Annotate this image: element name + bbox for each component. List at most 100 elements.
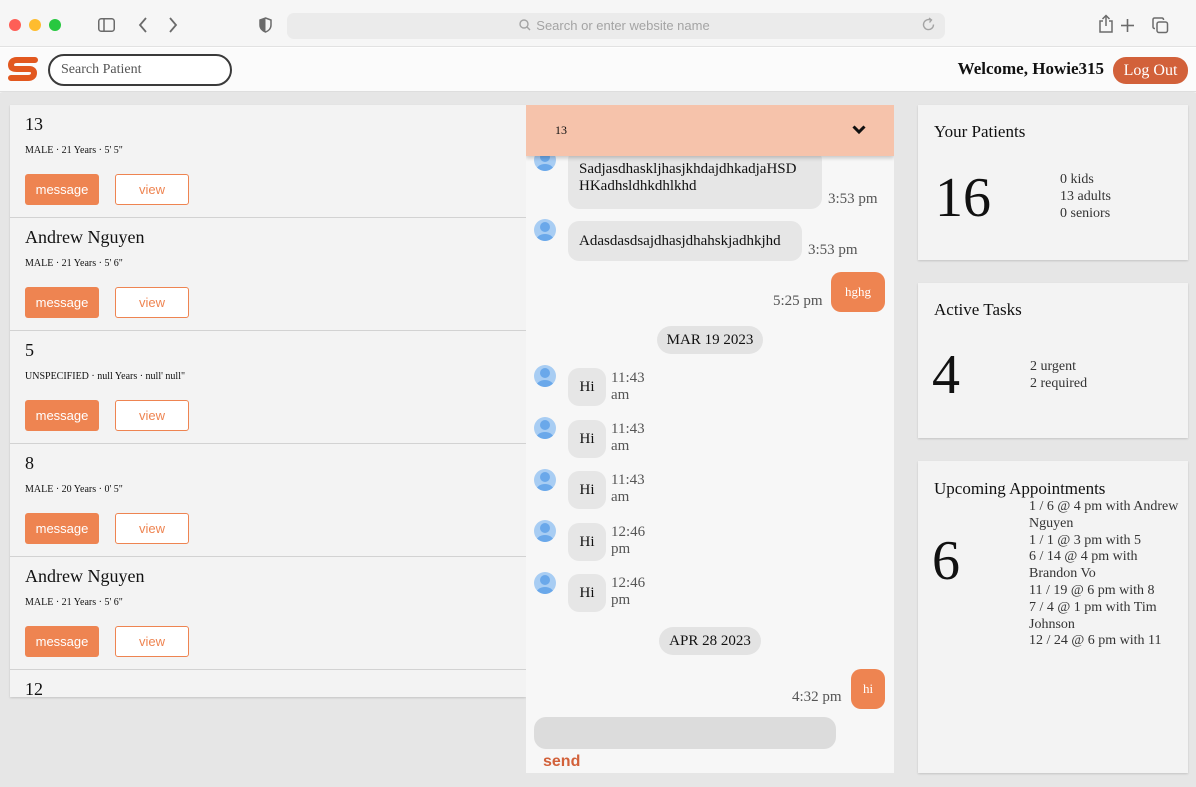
- message-time: 4:32 pm: [792, 689, 842, 705]
- avatar: [534, 219, 556, 241]
- patient-card: 5 UNSPECIFIED · null Years · null' null"…: [10, 331, 526, 444]
- welcome-text: Welcome, Howie315: [957, 59, 1104, 78]
- message-bubble: Hi: [568, 523, 606, 561]
- message-bubble: Hi: [568, 420, 606, 458]
- message-text: Hi: [579, 534, 595, 550]
- avatar: [534, 365, 556, 387]
- message-text: hi: [862, 681, 874, 696]
- patient-card: Andrew Nguyen MALE · 21 Years · 5' 6" me…: [10, 557, 526, 670]
- patient-card: 12: [10, 670, 526, 697]
- message-time: 12:46 pm: [611, 524, 646, 557]
- date-separator: MAR 19 2023: [657, 326, 763, 354]
- message-time: 11:43 am: [611, 370, 645, 403]
- message-text: SadjasdhaskljhasjkhdajdhkadjaHSD: [579, 161, 797, 177]
- patient-breakdown: 0 kids 13 adults 0 seniors: [1060, 172, 1111, 221]
- app-logo[interactable]: [8, 56, 38, 82]
- chat-header: 13: [526, 105, 894, 156]
- message-text: hghg: [845, 284, 871, 299]
- tab-overview-icon[interactable]: [1152, 17, 1169, 34]
- avatar: [534, 417, 556, 439]
- patient-list[interactable]: 13 MALE · 21 Years · 5' 5" message view …: [10, 105, 526, 697]
- date-separator: APR 28 2023: [659, 627, 761, 655]
- message-bubble-sent: hghg: [831, 272, 885, 312]
- appointment-item: 11 / 19 @ 6 pm with 8: [1029, 582, 1155, 598]
- chat-recipient-name: 13: [555, 123, 567, 137]
- chat-panel: 13 SadjasdhaskljhasjkhdajdhkadjaHSD HKad…: [526, 105, 894, 773]
- avatar: [534, 572, 556, 594]
- minimize-window-button[interactable]: [29, 19, 41, 31]
- message-time: 3:53 pm: [828, 191, 878, 207]
- address-bar-placeholder: Search or enter website name: [536, 18, 710, 33]
- message-text: Hi: [579, 482, 595, 498]
- forward-icon[interactable]: [168, 17, 178, 33]
- patient-name: Andrew Nguyen: [25, 227, 145, 247]
- patient-name: 8: [25, 453, 34, 473]
- patient-name: Andrew Nguyen: [25, 566, 145, 586]
- new-tab-icon[interactable]: [1120, 18, 1135, 33]
- message-bubble: Hi: [568, 574, 606, 612]
- address-bar[interactable]: Search or enter website name: [287, 13, 945, 39]
- browser-toolbar: Search or enter website name: [0, 0, 1196, 47]
- active-tasks-card: Active Tasks 4 2 urgent 2 required: [918, 283, 1188, 438]
- message-time: 5:25 pm: [773, 293, 823, 309]
- appointment-count: 6: [932, 530, 960, 592]
- logout-button[interactable]: Log Out: [1113, 57, 1188, 84]
- reload-icon[interactable]: [921, 17, 936, 32]
- view-button[interactable]: view: [115, 400, 189, 431]
- avatar: [534, 469, 556, 491]
- message-bubble: Hi: [568, 368, 606, 406]
- message-button[interactable]: message: [25, 174, 99, 205]
- view-button[interactable]: view: [115, 287, 189, 318]
- card-title: Upcoming Appointments: [934, 479, 1106, 498]
- message-bubble: SadjasdhaskljhasjkhdajdhkadjaHSD HKadhsl…: [568, 149, 822, 209]
- message-button[interactable]: message: [25, 513, 99, 544]
- your-patients-card: Your Patients 16 0 kids 13 adults 0 seni…: [918, 105, 1188, 260]
- view-button[interactable]: view: [115, 174, 189, 205]
- view-button[interactable]: view: [115, 513, 189, 544]
- privacy-shield-icon[interactable]: [259, 17, 272, 33]
- patient-details: MALE · 21 Years · 5' 6": [25, 597, 123, 608]
- card-title: Active Tasks: [934, 300, 1022, 319]
- share-icon[interactable]: [1098, 14, 1114, 34]
- message-text: Hi: [579, 379, 595, 395]
- message-input[interactable]: [534, 717, 836, 749]
- patient-count: 16: [935, 167, 991, 229]
- message-time: 11:43 am: [611, 472, 645, 505]
- avatar: [534, 520, 556, 542]
- card-title: Your Patients: [934, 122, 1026, 141]
- close-window-button[interactable]: [9, 19, 21, 31]
- patient-card: 13 MALE · 21 Years · 5' 5" message view: [10, 105, 526, 218]
- message-bubble-sent: hi: [851, 669, 885, 709]
- upcoming-appointments-card: Upcoming Appointments 6 1 / 6 @ 4 pm wit…: [918, 461, 1188, 773]
- task-breakdown: 2 urgent 2 required: [1030, 359, 1088, 391]
- message-text: Hi: [579, 431, 595, 447]
- patient-name: 13: [25, 114, 43, 134]
- patient-details: MALE · 20 Years · 0' 5": [25, 484, 123, 495]
- message-text: Hi: [579, 585, 595, 601]
- patient-details: MALE · 21 Years · 5' 6": [25, 258, 123, 269]
- appointment-item: 7 / 4 @ 1 pm with Tim Johnson: [1029, 599, 1157, 632]
- view-button[interactable]: view: [115, 626, 189, 657]
- message-button[interactable]: message: [25, 626, 99, 657]
- message-time: 3:53 pm: [808, 242, 858, 258]
- patient-name: 5: [25, 340, 34, 360]
- chevron-down-icon[interactable]: [852, 125, 866, 135]
- appointment-list: 1 / 6 @ 4 pm with Andrew Nguyen 1 / 1 @ …: [1029, 499, 1187, 650]
- back-icon[interactable]: [138, 17, 148, 33]
- patient-details: MALE · 21 Years · 5' 5": [25, 145, 123, 156]
- message-time: 11:43 am: [611, 421, 645, 454]
- message-bubble: Adasdasdsajdhasjdhahskjadhkjhd: [568, 221, 802, 261]
- search-patient-input[interactable]: [48, 54, 232, 86]
- search-icon: [519, 19, 531, 31]
- appointment-item: 6 / 14 @ 4 pm with Brandon Vo: [1029, 549, 1138, 582]
- message-button[interactable]: message: [25, 400, 99, 431]
- patient-card: Andrew Nguyen MALE · 21 Years · 5' 6" me…: [10, 218, 526, 331]
- sidebar-toggle-icon[interactable]: [98, 18, 115, 32]
- message-bubble: Hi: [568, 471, 606, 509]
- appointment-item: 12 / 24 @ 6 pm with 11: [1029, 633, 1162, 649]
- appointment-item: 1 / 6 @ 4 pm with Andrew Nguyen: [1029, 499, 1179, 531]
- send-button[interactable]: send: [543, 753, 580, 771]
- message-button[interactable]: message: [25, 287, 99, 318]
- zoom-window-button[interactable]: [49, 19, 61, 31]
- appointment-item: 1 / 1 @ 3 pm with 5: [1029, 532, 1142, 548]
